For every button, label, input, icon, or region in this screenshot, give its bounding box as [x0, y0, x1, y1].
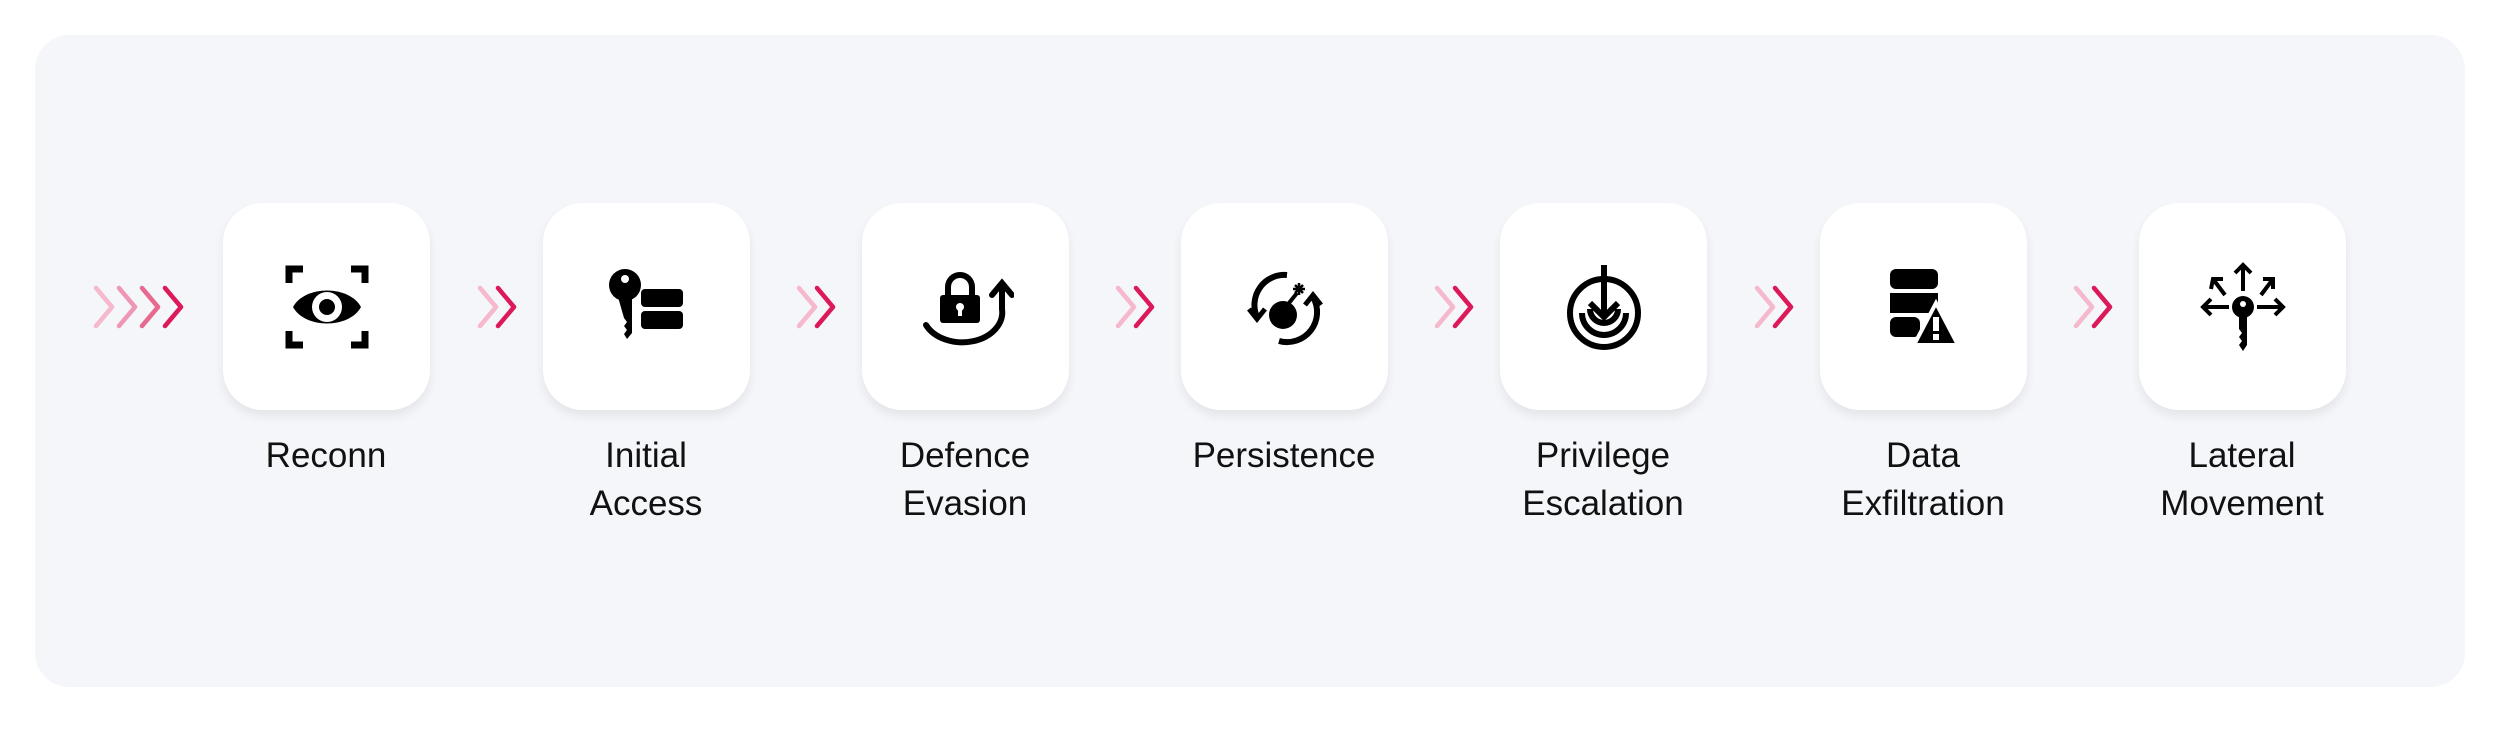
step-chevron-icon — [477, 285, 517, 329]
target-arrow-icon — [1566, 264, 1641, 350]
step-chevron-icon — [2073, 285, 2113, 329]
key-arrows-icon — [2199, 261, 2286, 351]
stage-label-line2: Access — [589, 484, 703, 523]
database-warning-icon — [1889, 268, 1961, 347]
stage-card — [543, 203, 750, 410]
stage-label-line1: Privilege — [1535, 436, 1671, 475]
stage-label-line1: Persistence — [1192, 436, 1376, 475]
step-chevron-icon — [1115, 285, 1155, 329]
stage-label-line2: Movement — [2160, 484, 2324, 523]
stage-label-line2: Escalation — [1522, 484, 1684, 523]
stage-label-line1: Data — [1886, 436, 1960, 475]
key-server-icon — [608, 268, 683, 339]
stage-label: Lateral Movement — [2092, 432, 2392, 528]
step-chevron-icon — [1434, 285, 1474, 329]
stage-label-line2: Exfiltration — [1841, 484, 2005, 523]
bomb-cycle-icon — [1246, 271, 1323, 345]
stage-label-line1: Lateral — [2188, 436, 2296, 475]
stage-label-line1: Defence — [899, 436, 1031, 475]
stage-card — [2139, 203, 2346, 410]
eye-scan-icon — [285, 265, 368, 348]
step-chevron-icon — [796, 285, 836, 329]
stage-label: Privilege Escalation — [1453, 432, 1753, 528]
stage-card — [223, 203, 430, 410]
stage-label: Initial Access — [496, 432, 796, 528]
stage-card — [1820, 203, 2027, 410]
step-chevron-icon — [1754, 285, 1794, 329]
stage-label: Data Exfiltration — [1773, 432, 2073, 528]
stage-card — [1181, 203, 1388, 410]
stage-label-line2: Evasion — [902, 484, 1028, 523]
stage-label-line1: Initial — [605, 436, 687, 475]
stage-label-line1: Reconn — [265, 436, 387, 475]
lock-rotate-icon — [922, 271, 1014, 345]
stage-label: Reconn — [176, 432, 476, 480]
stage-card — [862, 203, 1069, 410]
stage-card — [1500, 203, 1707, 410]
start-chevrons-icon — [93, 285, 184, 329]
stage-label: Defence Evasion — [815, 432, 1115, 528]
stage-label: Persistence — [1134, 432, 1434, 480]
